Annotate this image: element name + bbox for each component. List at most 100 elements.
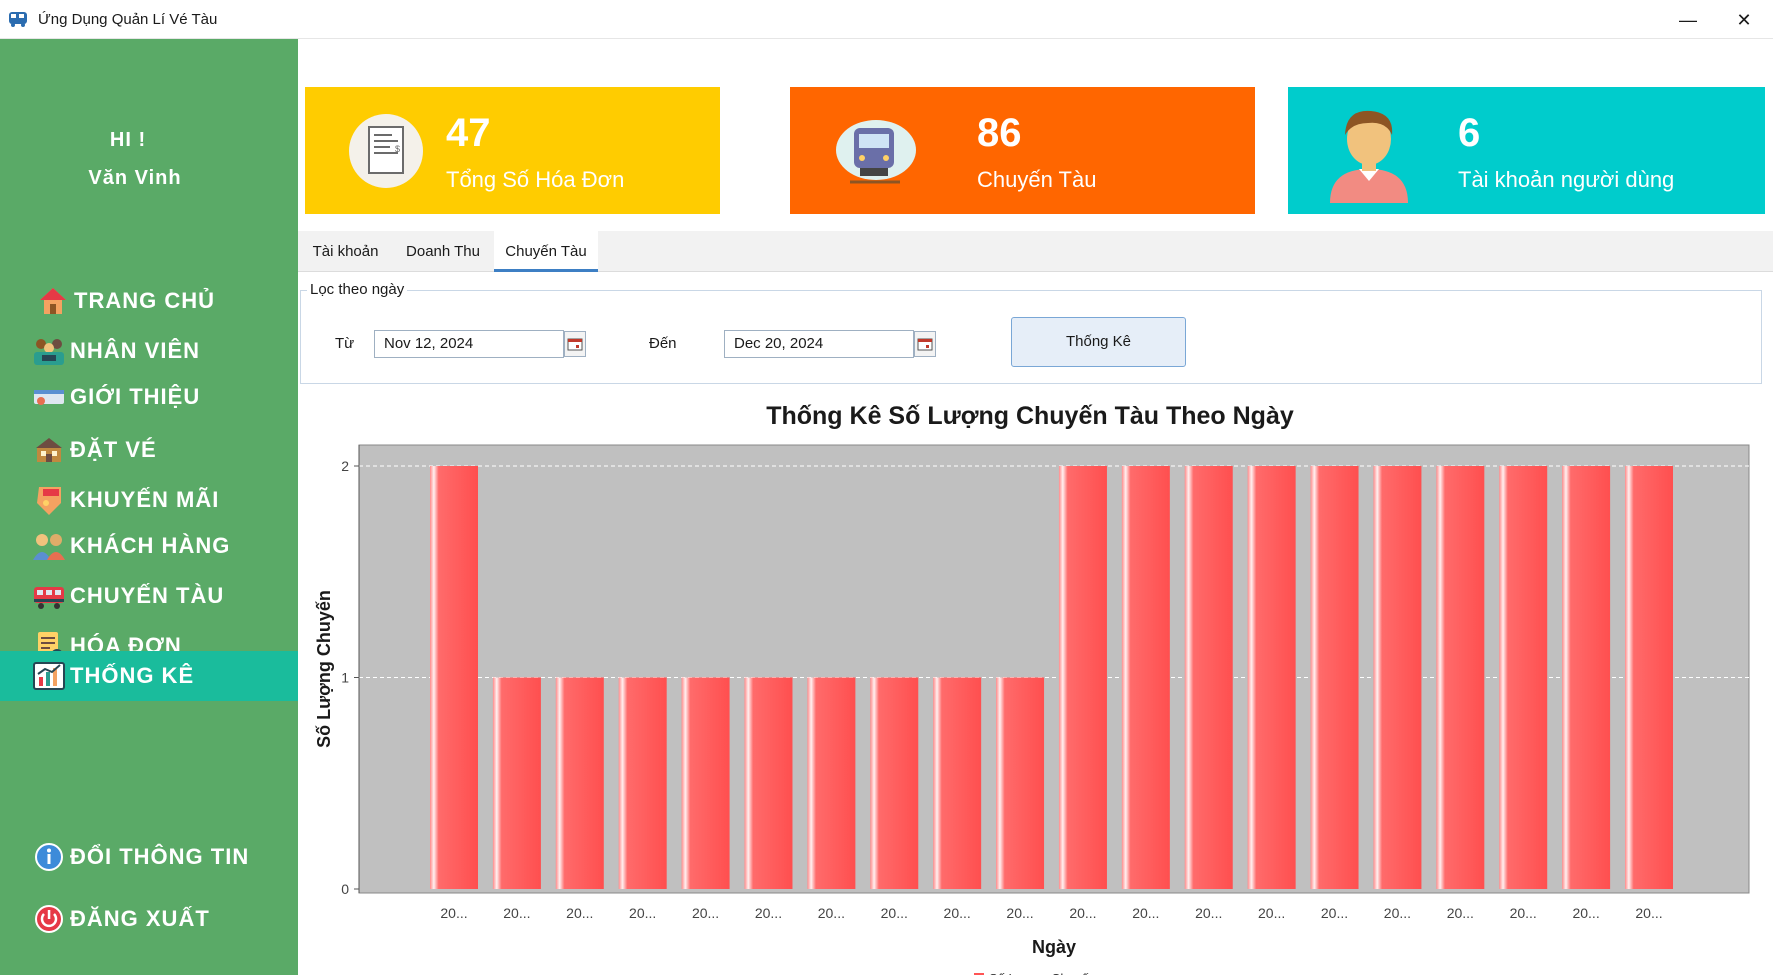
close-button[interactable]: ✕ [1724,6,1764,34]
x-tick-label: 20... [1572,905,1599,921]
train-trip-count: 86 [977,111,1022,155]
x-tick-label: 20... [692,905,719,921]
x-tick-label: 20... [629,905,656,921]
chart-bar [1310,466,1359,889]
x-tick-label: 20... [1132,905,1159,921]
sidebar-item-trang-chu[interactable]: TRANG CHỦ [0,277,298,325]
sidebar-item-nhan-vien[interactable]: NHÂN VIÊN [0,327,298,375]
chart-bar [807,677,856,889]
tab-doanh-thu[interactable]: Doanh Thu [393,231,493,272]
chart-bar [744,677,793,889]
from-date-picker-button[interactable] [564,331,586,357]
sidebar-item-label: CHUYẾN TÀU [70,583,225,608]
to-date-picker-button[interactable] [914,331,936,357]
chart-icon [32,659,66,693]
svg-text:$: $ [395,144,400,154]
sidebar-item-label: NHÂN VIÊN [70,338,201,363]
train-trip-caption: Chuyến Tàu [977,167,1097,192]
sidebar-item-doi-thong-tin[interactable]: ĐỔI THÔNG TIN [0,833,298,881]
chart-bar [1373,466,1422,889]
chart-bar [1184,466,1233,889]
chart-bar [681,677,730,889]
account-caption: Tài khoản người dùng [1458,167,1675,192]
sidebar-item-gioi-thieu[interactable]: GIỚI THIỆU [0,373,298,421]
minimize-button[interactable]: — [1668,6,1708,34]
stat-card-invoices: $ 47 Tổng Số Hóa Đơn [305,87,720,214]
train-icon [32,579,66,613]
x-tick-label: 20... [1384,905,1411,921]
window-titlebar: Ứng Dụng Quản Lí Vé Tàu — ✕ [0,0,1773,39]
x-tick-label: 20... [881,905,908,921]
thong-ke-button[interactable]: Thống Kê [1011,317,1186,367]
sidebar: HI ! Văn Vinh TRANG CHỦ NHÂN VIÊN GIỚI T… [0,39,298,975]
chart-bar [618,677,667,889]
x-tick-label: 20... [1195,905,1222,921]
logout-button[interactable]: ĐĂNG XUẤT [0,895,298,943]
sidebar-item-dat-ve[interactable]: ĐẶT VÉ [0,426,298,474]
invoice-count: 47 [446,111,491,155]
y-tick-label: 1 [341,670,349,686]
sidebar-item-label: THỐNG KÊ [70,663,195,688]
window-title: Ứng Dụng Quản Lí Vé Tàu [38,11,218,28]
stats-tabbar: Tài khoản Doanh Thu Chuyến Tàu [298,231,1773,272]
ticket-icon [32,433,66,467]
legend-label: Số Lượng Chuyến [989,971,1096,975]
power-icon [32,902,66,936]
x-tick-label: 20... [755,905,782,921]
calendar-icon [917,338,933,351]
x-tick-label: 20... [1635,905,1662,921]
tab-tai-khoan[interactable]: Tài khoản [298,231,393,272]
x-tick-label: 20... [566,905,593,921]
chart-bar [1562,466,1611,889]
sale-icon [32,483,66,517]
stat-card-trains: 86 Chuyến Tàu [790,87,1255,214]
chart-bar [1247,466,1296,889]
x-tick-label: 20... [1069,905,1096,921]
sidebar-item-label: ĐĂNG XUẤT [70,906,210,931]
to-label: Đến [649,335,677,352]
sidebar-item-khach-hang[interactable]: KHÁCH HÀNG [0,522,298,570]
sidebar-item-khuyen-mai[interactable]: KHUYẾN MÃI [0,476,298,524]
greeting-username: Văn Vinh [88,167,182,189]
customer-icon [32,529,66,563]
sidebar-item-chuyen-tau[interactable]: CHUYẾN TÀU [0,572,298,620]
greeting-hi: HI ! [109,129,147,151]
x-tick-label: 20... [1321,905,1348,921]
y-axis-title: Số Lượng Chuyến [314,590,334,748]
chart-bar [1121,466,1170,889]
x-tick-label: 20... [1510,905,1537,921]
app-logo-icon [9,12,27,27]
staff-icon [32,334,66,368]
sidebar-item-label: TRANG CHỦ [74,288,215,313]
y-tick-label: 2 [341,458,349,474]
x-tick-label: 20... [1258,905,1285,921]
tab-chuyen-tau[interactable]: Chuyến Tàu [494,231,598,272]
chart-bar [1436,466,1485,889]
home-icon [36,284,70,318]
sidebar-item-label: KHUYẾN MÃI [70,487,220,512]
x-tick-label: 20... [440,905,467,921]
sidebar-item-label: ĐẶT VÉ [70,437,157,462]
user-icon [1330,110,1408,203]
sidebar-item-label: KHÁCH HÀNG [70,533,231,558]
x-tick-label: 20... [1447,905,1474,921]
from-date-field[interactable]: Nov 12, 2024 [374,330,564,358]
receipt-icon: $ [349,114,423,188]
x-tick-label: 20... [944,905,971,921]
chart-bar [1625,466,1673,889]
date-filter-panel: Lọc theo ngày Từ Nov 12, 2024 Đến Dec 20… [300,281,1762,384]
intro-icon [32,380,66,414]
sidebar-item-thong-ke[interactable]: THỐNG KÊ [0,651,298,701]
chart-bar [430,466,478,889]
info-icon [32,840,66,874]
calendar-icon [567,338,583,351]
x-tick-label: 20... [818,905,845,921]
y-tick-label: 0 [341,881,349,897]
trip-count-bar-chart: 0 1 2 20... 20... 20... 20... 20... 20... 20... 20… [314,444,1750,975]
stat-card-accounts: 6 Tài khoản người dùng [1288,87,1765,214]
to-date-field[interactable]: Dec 20, 2024 [724,330,914,358]
account-count: 6 [1458,111,1481,155]
chart-bar [555,677,604,889]
sidebar-item-label: GIỚI THIỆU [70,384,201,409]
sidebar-item-label: ĐỔI THÔNG TIN [70,844,250,869]
